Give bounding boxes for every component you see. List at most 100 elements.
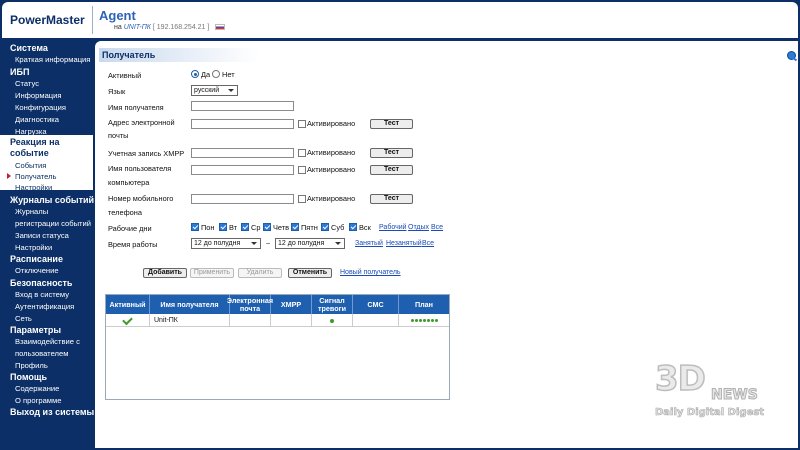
time-to-select[interactable]: 12 до полудня — [275, 238, 345, 249]
time-free-link[interactable]: Незанятый — [386, 240, 422, 247]
sidebar-item-status[interactable]: Статус — [15, 79, 39, 88]
sidebar-heading-schedule[interactable]: Расписание — [10, 254, 63, 264]
col-alarm[interactable]: Сигнал тревоги — [312, 295, 353, 314]
mobile-test-button[interactable]: Тест — [370, 194, 413, 204]
workdays-label: Рабочие дни — [108, 224, 152, 233]
pc-user-test-button[interactable]: Тест — [370, 165, 413, 175]
cell-sms — [353, 314, 399, 327]
apply-button[interactable]: Применить — [190, 268, 234, 278]
day-sun-checkbox[interactable] — [349, 223, 357, 231]
day-fri-checkbox[interactable] — [291, 223, 299, 231]
xmpp-input[interactable] — [191, 148, 294, 158]
active-no-radio[interactable] — [212, 70, 220, 78]
sidebar-item-shutdown[interactable]: Отключение — [15, 266, 59, 275]
time-all-link[interactable]: Все — [422, 240, 434, 247]
sidebar-item-log-settings[interactable]: Настройки — [15, 243, 52, 252]
sidebar-item-configuration[interactable]: Конфигурация — [15, 103, 66, 112]
col-sms[interactable]: СМС — [353, 295, 399, 314]
pc-user-input[interactable] — [191, 165, 294, 175]
xmpp-test-button[interactable]: Тест — [370, 148, 413, 158]
day-mon-label: Пон — [201, 223, 215, 232]
sidebar-item-event-registration[interactable]: регистрации событий — [15, 219, 91, 228]
sidebar-heading-event-logs[interactable]: Журналы событий — [10, 195, 94, 205]
sidebar-heading-system[interactable]: Система — [10, 43, 48, 53]
xmpp-activated-label: Активировано — [307, 148, 356, 157]
sidebar-item-logs[interactable]: Журналы — [15, 207, 48, 216]
time-separator: ~ — [266, 239, 271, 248]
sidebar-heading-event-response-1[interactable]: Реакция на — [10, 137, 60, 147]
col-recipient-name[interactable]: Имя получателя — [150, 295, 230, 314]
day-wed-checkbox[interactable] — [241, 223, 249, 231]
sidebar-item-status-records[interactable]: Записи статуса — [15, 231, 69, 240]
recipient-name-input[interactable] — [191, 101, 294, 111]
mobile-input[interactable] — [191, 194, 294, 204]
sidebar-item-recipient[interactable]: Получатель — [15, 172, 57, 181]
delete-button[interactable]: Удалить — [238, 268, 282, 278]
schedule-dots-icon — [410, 319, 438, 322]
col-plan[interactable]: План — [399, 295, 449, 314]
sidebar-heading-event-response-2[interactable]: событие — [10, 148, 49, 158]
day-sun-label: Вск — [359, 223, 371, 232]
mobile-activated-checkbox[interactable] — [298, 195, 306, 203]
sidebar-item-diagnostics[interactable]: Диагностика — [15, 115, 59, 124]
time-busy-link[interactable]: Занятый — [355, 240, 383, 247]
cell-active — [106, 314, 150, 327]
day-tue-checkbox[interactable] — [219, 223, 227, 231]
sidebar-item-interaction-2[interactable]: пользователем — [15, 349, 68, 358]
days-rest-link[interactable]: Отдых — [408, 224, 429, 231]
cancel-button[interactable]: Отменить — [288, 268, 332, 278]
table-row[interactable]: Unit-ПК — [106, 314, 449, 327]
host-ip: [ 192.168.254.21 ] — [152, 24, 210, 31]
sidebar-heading-security[interactable]: Безопасность — [10, 278, 72, 288]
sidebar-item-contents[interactable]: Содержание — [15, 384, 59, 393]
sidebar-item-profile[interactable]: Профиль — [15, 361, 48, 370]
active-yes-label: Да — [201, 70, 211, 79]
sidebar-item-about[interactable]: О программе — [15, 396, 61, 405]
main-panel: Получатель Активный Да Нет Язык русский … — [95, 41, 798, 448]
email-input[interactable] — [191, 119, 294, 129]
col-active[interactable]: Активный — [106, 295, 150, 314]
watermark-news: NEWS — [711, 387, 759, 404]
add-button[interactable]: Добавить — [143, 268, 187, 278]
day-sat-checkbox[interactable] — [321, 223, 329, 231]
sidebar-item-interaction-1[interactable]: Взаимодействие с — [15, 337, 80, 346]
status-dot-icon — [330, 318, 334, 323]
sidebar-heading-parameters[interactable]: Параметры — [10, 325, 61, 335]
sidebar-item-settings[interactable]: Настройки — [15, 183, 52, 192]
sidebar-heading-logout[interactable]: Выход из системы — [10, 407, 94, 417]
days-all-link[interactable]: Все — [431, 224, 443, 231]
col-email[interactable]: Электронная почта — [227, 295, 273, 314]
xmpp-activated-checkbox[interactable] — [298, 149, 306, 157]
pc-user-activated-checkbox[interactable] — [298, 166, 306, 174]
email-label-line2: почты — [108, 131, 129, 140]
sidebar-item-information[interactable]: Информация — [15, 91, 62, 100]
email-label-line1: Адрес электронной — [108, 118, 175, 127]
email-activated-checkbox[interactable] — [298, 120, 306, 128]
mobile-label-line1: Номер мобильного — [108, 194, 174, 203]
pc-user-activated-label: Активировано — [307, 165, 356, 174]
ru-flag-icon[interactable] — [215, 24, 226, 31]
sidebar-heading-help[interactable]: Помощь — [10, 372, 47, 382]
header-divider — [92, 6, 93, 34]
sidebar-item-events[interactable]: События — [15, 161, 46, 170]
sidebar-item-summary[interactable]: Краткая информация — [15, 55, 90, 64]
day-thu-checkbox[interactable] — [263, 223, 271, 231]
recipient-name-label: Имя получателя — [108, 103, 164, 112]
sidebar-item-login[interactable]: Вход в систему — [15, 290, 69, 299]
days-workday-link[interactable]: Рабочий — [379, 224, 407, 231]
help-icon[interactable] — [787, 51, 796, 60]
language-select[interactable]: русский — [191, 85, 238, 96]
day-mon-checkbox[interactable] — [191, 223, 199, 231]
page-title: Получатель — [99, 48, 259, 62]
app-header: PowerMaster Agent на UNIT-ПК [ 192.168.2… — [2, 2, 798, 38]
time-from-select[interactable]: 12 до полудня — [191, 238, 261, 249]
col-xmpp[interactable]: XMPP — [271, 295, 312, 314]
active-yes-radio[interactable] — [191, 70, 199, 78]
email-test-button[interactable]: Тест — [370, 119, 413, 129]
new-recipient-link[interactable]: Новый получатель — [340, 269, 401, 276]
cell-xmpp — [271, 314, 312, 327]
sidebar-heading-ups[interactable]: ИБП — [10, 67, 29, 77]
sidebar-item-network[interactable]: Сеть — [15, 314, 32, 323]
sidebar-item-authentication[interactable]: Аутентификация — [15, 302, 74, 311]
checkmark-icon — [122, 314, 133, 325]
